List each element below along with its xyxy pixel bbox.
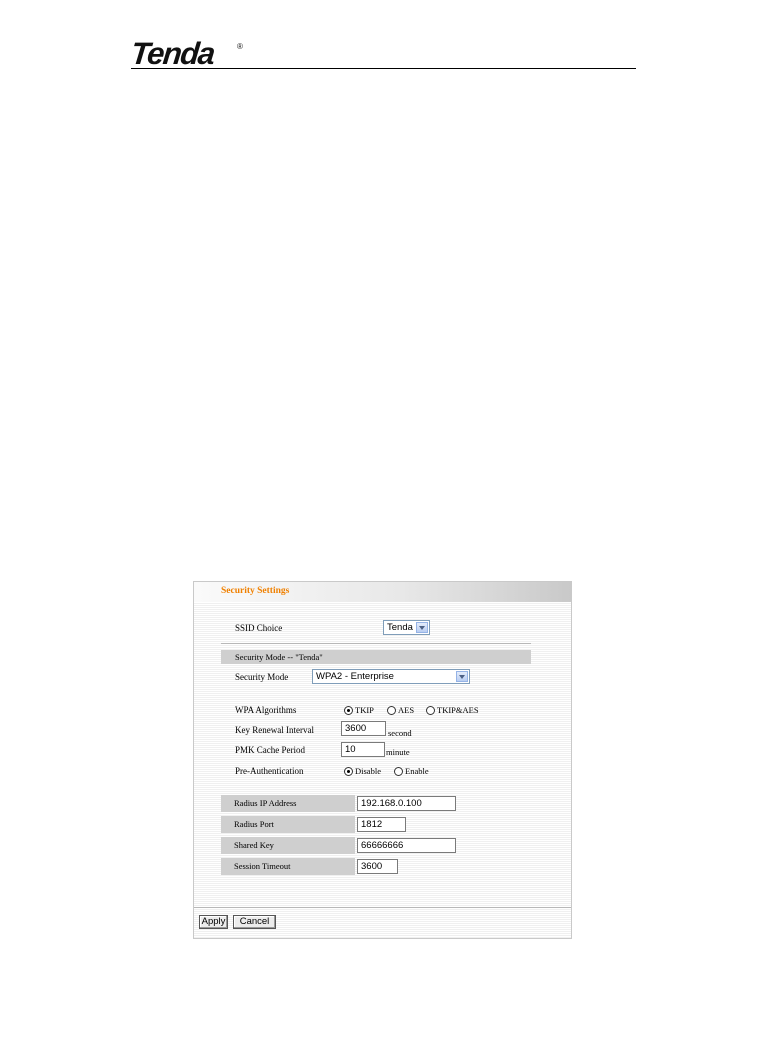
registered-mark: ®: [237, 42, 243, 51]
wpa-algorithms-label: WPA Algorithms: [235, 705, 297, 715]
panel-title-bar: Security Settings: [194, 582, 571, 602]
apply-button[interactable]: Apply: [199, 915, 228, 929]
key-renewal-label: Key Renewal Interval: [235, 725, 314, 735]
section-divider: [221, 643, 531, 644]
security-mode-label: Security Mode: [235, 672, 289, 682]
security-settings-panel: Security Settings SSID Choice Tenda Secu…: [193, 581, 572, 939]
logo-text: Tenda: [129, 36, 216, 71]
radio-aes[interactable]: [387, 706, 396, 715]
header-divider: [131, 68, 636, 69]
radio-pre-auth-enable[interactable]: [394, 767, 403, 776]
security-mode-value: WPA2 - Enterprise: [316, 671, 394, 682]
radius-ip-label-cell: Radius IP Address: [221, 795, 355, 812]
shared-key-label: Shared Key: [234, 840, 274, 850]
pmk-cache-unit: minute: [386, 747, 410, 757]
pmk-cache-input[interactable]: 10: [341, 742, 385, 757]
radius-ip-label: Radius IP Address: [234, 798, 297, 808]
radio-pre-auth-enable-label: Enable: [405, 766, 429, 776]
radio-pre-auth-disable-label: Disable: [355, 766, 381, 776]
radio-pre-auth-disable[interactable]: [344, 767, 353, 776]
ssid-choice-label: SSID Choice: [235, 623, 283, 633]
security-mode-select[interactable]: WPA2 - Enterprise: [312, 669, 470, 684]
key-renewal-unit: second: [388, 728, 412, 738]
session-timeout-input[interactable]: 3600: [357, 859, 398, 874]
radio-tkip[interactable]: [344, 706, 353, 715]
ssid-choice-value: Tenda: [387, 622, 413, 633]
shared-key-label-cell: Shared Key: [221, 837, 355, 854]
radius-port-label: Radius Port: [234, 819, 274, 829]
radio-tkip-aes[interactable]: [426, 706, 435, 715]
shared-key-input[interactable]: 66666666: [357, 838, 456, 853]
security-mode-section-header: Security Mode -- "Tenda": [221, 650, 531, 664]
pre-auth-label: Pre-Authentication: [235, 766, 304, 776]
page-title: Security Settings: [221, 586, 290, 596]
session-timeout-label: Session Timeout: [234, 861, 291, 871]
radio-aes-label: AES: [398, 705, 415, 715]
tenda-logo: Tenda ®: [129, 36, 243, 71]
radius-port-input[interactable]: 1812: [357, 817, 406, 832]
pmk-cache-label: PMK Cache Period: [235, 745, 305, 755]
chevron-down-icon[interactable]: [416, 622, 428, 633]
footer-divider: [194, 907, 571, 908]
cancel-button[interactable]: Cancel: [233, 915, 276, 929]
ssid-choice-select[interactable]: Tenda: [383, 620, 430, 635]
section-title: Security Mode -- "Tenda": [235, 652, 323, 662]
radio-tkip-aes-label: TKIP&AES: [437, 705, 479, 715]
radio-tkip-label: TKIP: [355, 705, 374, 715]
chevron-down-icon[interactable]: [456, 671, 468, 682]
radius-port-label-cell: Radius Port: [221, 816, 355, 833]
key-renewal-input[interactable]: 3600: [341, 721, 386, 736]
radius-ip-input[interactable]: 192.168.0.100: [357, 796, 456, 811]
session-timeout-label-cell: Session Timeout: [221, 858, 355, 875]
